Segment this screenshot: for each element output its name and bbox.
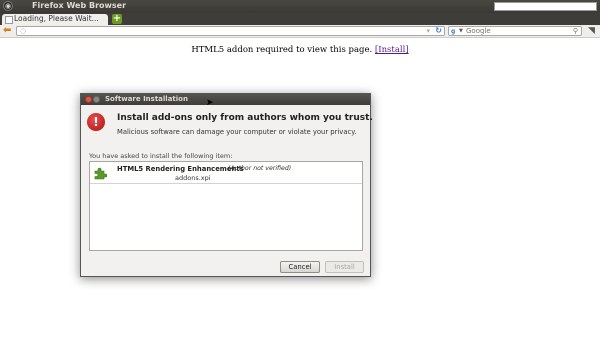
addon-required-text: HTML5 addon required to view this page. xyxy=(191,45,373,55)
page-favicon-icon xyxy=(5,16,13,24)
search-icon[interactable]: ⚲ xyxy=(573,27,578,35)
install-button[interactable]: Install xyxy=(325,261,364,273)
chevron-down-icon[interactable]: ▼ xyxy=(459,27,463,35)
author-status: (Author not verified) xyxy=(228,165,292,172)
reload-icon[interactable]: ↻ xyxy=(435,26,442,35)
tab-label: Loading, Please Wait... xyxy=(14,14,99,23)
addon-name: HTML5 Rendering Enhancements xyxy=(117,165,244,173)
page-message: HTML5 addon required to view this page. … xyxy=(0,45,600,55)
addon-filename: addons.xpi xyxy=(175,174,211,182)
warning-heading: Install add-ons only from authors whom y… xyxy=(117,113,373,123)
close-icon[interactable] xyxy=(85,96,92,103)
software-installation-dialog: Software Installation ! Install add-ons … xyxy=(80,93,373,277)
minimize-icon[interactable] xyxy=(93,96,100,103)
url-bar[interactable]: ◌ ▾ ↻ xyxy=(16,26,445,36)
tab-strip: Loading, Please Wait... + xyxy=(0,13,600,25)
search-bar[interactable]: g ▼ ⚲ xyxy=(448,26,582,36)
warning-icon: ! xyxy=(87,113,105,131)
site-identity-icon[interactable]: ◌ xyxy=(20,27,26,35)
bookmark-star-icon[interactable]: ▾ xyxy=(426,27,430,35)
top-panel-search-field[interactable] xyxy=(494,2,597,11)
downloads-menu-icon[interactable]: ◥ xyxy=(588,25,595,37)
dialog-title: Software Installation xyxy=(105,95,188,103)
google-engine-icon[interactable]: g xyxy=(451,28,459,35)
back-button[interactable]: ⬅ xyxy=(3,25,11,37)
dialog-titlebar: Software Installation xyxy=(81,94,370,105)
mouse-cursor-icon: ➤ xyxy=(206,98,214,108)
cancel-button[interactable]: Cancel xyxy=(280,261,320,273)
warning-subtext: Malicious software can damage your compu… xyxy=(117,128,357,136)
puzzle-piece-icon xyxy=(94,167,107,180)
search-input[interactable] xyxy=(466,27,566,35)
tab-loading[interactable]: Loading, Please Wait... xyxy=(2,14,108,25)
install-link[interactable]: [Install] xyxy=(375,45,409,55)
items-list: HTML5 Rendering Enhancements (Author not… xyxy=(89,161,363,251)
list-item[interactable]: HTML5 Rendering Enhancements (Author not… xyxy=(90,162,362,184)
ubuntu-menu-icon[interactable]: ◉ xyxy=(3,1,13,11)
window-title: Firefox Web Browser xyxy=(32,1,127,10)
new-tab-button[interactable]: + xyxy=(112,14,122,24)
navigation-toolbar: ⬅ ◌ ▾ ↻ g ▼ ⚲ ◥ xyxy=(0,25,600,38)
window-titlebar: ◉ Firefox Web Browser xyxy=(0,0,600,13)
items-list-label: You have asked to install the following … xyxy=(89,152,233,160)
